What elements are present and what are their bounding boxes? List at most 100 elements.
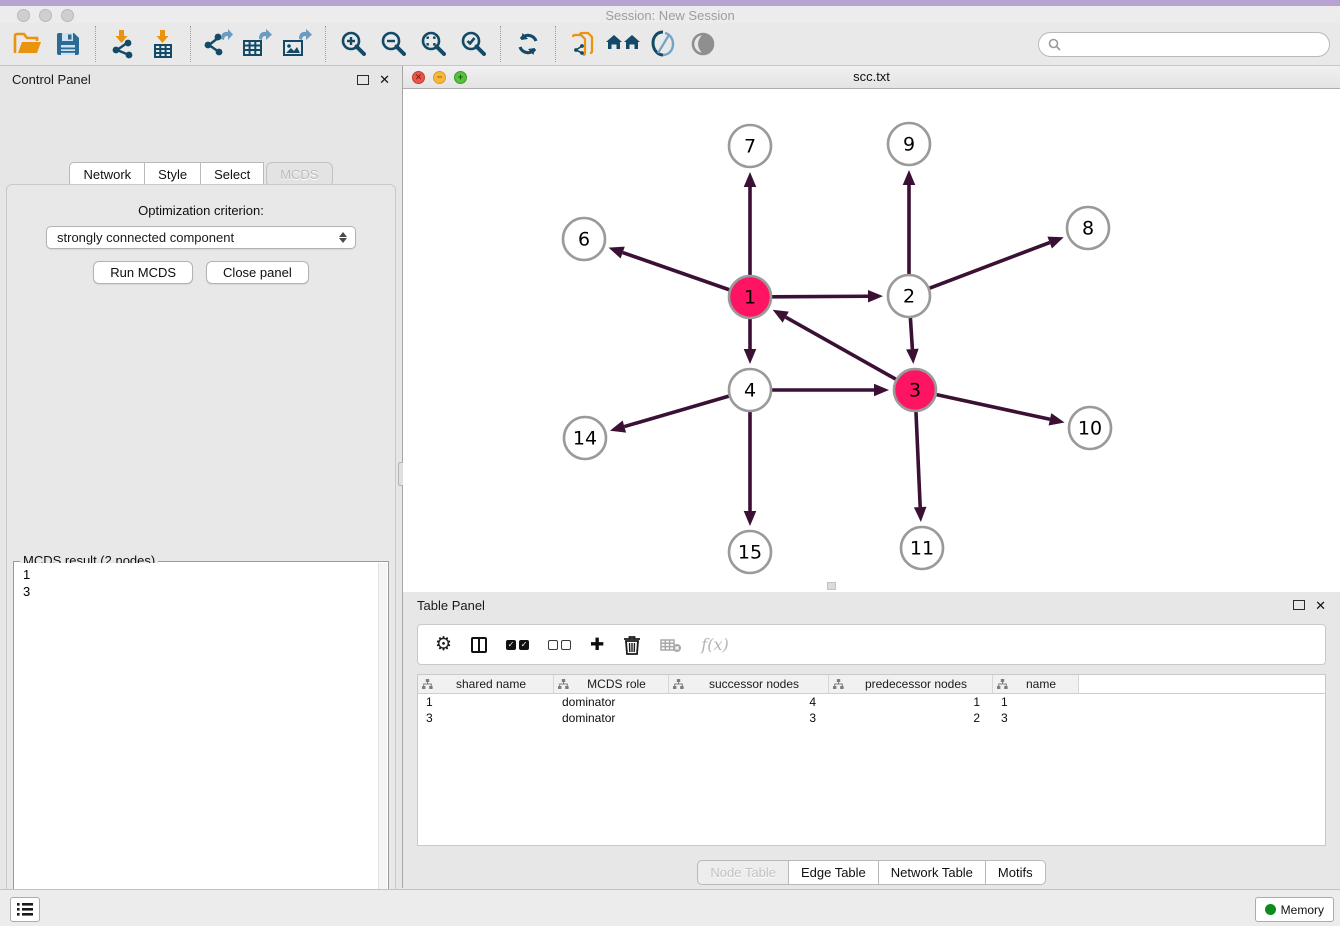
graph-node-label: 10 [1078,418,1102,440]
column-header-predecessor-nodes[interactable]: predecessor nodes [829,675,993,693]
task-list-icon [17,903,33,916]
columns-icon [471,637,487,653]
edge-3-10[interactable] [936,395,1049,420]
edge-arrowhead [874,384,889,397]
export-network-button[interactable] [198,25,238,63]
home-view-button[interactable] [603,25,643,63]
table-cell[interactable]: 2 [829,711,993,725]
edge-1-2[interactable] [772,296,868,297]
table-tab-motifs[interactable]: Motifs [986,860,1046,885]
eye-toggle-button[interactable] [683,25,723,63]
table-toolbar: ⚙ ✓✓ ✚ f(x) [417,624,1326,665]
edge-arrowhead [744,511,757,526]
zoom-fit-icon [419,30,447,58]
zoom-out-button[interactable] [373,25,413,63]
mcds-panel-body: Optimization criterion: strongly connect… [6,184,396,926]
table-tab-network-table[interactable]: Network Table [879,860,986,885]
close-panel-icon[interactable]: ✕ [379,73,390,86]
clone-network-button[interactable] [563,25,603,63]
column-header-MCDS-role[interactable]: MCDS role [554,675,669,693]
close-panel-button[interactable]: Close panel [206,261,309,284]
deselect-all-columns-button[interactable] [548,634,571,656]
table-cell[interactable]: 3 [993,711,1079,725]
import-network-button[interactable] [103,25,143,63]
export-image-button[interactable] [278,25,318,63]
show-columns-button[interactable] [471,634,487,656]
graph-node-label: 3 [909,380,921,402]
table-cell[interactable]: dominator [554,711,669,725]
edge-3-11[interactable] [916,412,920,507]
zoom-in-icon [339,30,367,58]
style-brush-icon [649,30,677,58]
hierarchy-icon [673,679,684,690]
result-line: 1 [23,566,379,583]
memory-button[interactable]: Memory [1255,897,1334,922]
import-table-button[interactable] [143,25,183,63]
search-field[interactable] [1038,32,1330,57]
table-header-row: shared nameMCDS rolesuccessor nodesprede… [418,675,1325,694]
table-cell[interactable]: 1 [829,695,993,709]
column-header-name[interactable]: name [993,675,1079,693]
graph-node-label: 6 [578,229,590,251]
save-session-button[interactable] [48,25,88,63]
open-file-button[interactable] [8,25,48,63]
hierarchy-icon [558,679,569,690]
zoom-selected-button[interactable] [453,25,493,63]
delete-column-button[interactable] [623,634,641,656]
main-toolbar [0,23,1340,66]
graph-node-label: 1 [744,287,756,309]
edge-3-1[interactable] [786,317,896,379]
search-input[interactable] [1061,37,1320,51]
close-panel-icon[interactable]: ✕ [1315,599,1326,612]
table-cell[interactable]: 1 [993,695,1079,709]
mcds-result-list[interactable]: 13 [15,563,387,926]
export-table-button[interactable] [238,25,278,63]
control-panel-title: Control Panel [12,72,91,87]
zoom-fit-button[interactable] [413,25,453,63]
edge-arrowhead [1047,237,1063,249]
canvas-scrollbar-thumb[interactable] [827,582,836,590]
edge-4-14[interactable] [624,396,729,426]
edge-2-8[interactable] [930,243,1050,289]
task-history-button[interactable] [10,897,40,922]
unchecked-box-icon [548,640,558,650]
graph-node-label: 9 [903,134,915,156]
table-cell[interactable]: 3 [669,711,829,725]
table-cell[interactable]: dominator [554,695,669,709]
table-row[interactable]: 3dominator323 [418,710,1325,726]
fx-icon: f(x) [701,635,728,654]
edge-1-6[interactable] [623,253,730,290]
checked-box-icon: ✓ [519,640,529,650]
toolbar-separator [325,26,326,62]
function-builder-button-disabled: f(x) [701,634,728,656]
add-column-button[interactable]: ✚ [590,634,604,656]
network-graph-canvas[interactable]: 7968124314101511 [403,89,1340,592]
float-panel-icon[interactable] [357,75,369,85]
graph-node-label: 7 [744,136,756,158]
optimization-criterion-select[interactable]: strongly connected component [46,226,356,249]
zoom-in-button[interactable] [333,25,373,63]
table-settings-button[interactable]: ⚙ [435,634,452,656]
result-scrollbar[interactable] [378,563,387,926]
toolbar-separator [95,26,96,62]
edge-arrowhead [744,172,757,187]
table-row[interactable]: 1dominator411 [418,694,1325,710]
refresh-button[interactable] [508,25,548,63]
edge-2-3[interactable] [910,318,912,349]
table-cell[interactable]: 3 [418,711,554,725]
table-tab-node-table[interactable]: Node Table [697,860,789,885]
column-header-shared-name[interactable]: shared name [418,675,554,693]
table-cell[interactable]: 4 [669,695,829,709]
table-cell[interactable]: 1 [418,695,554,709]
home-icon [606,31,640,57]
select-all-columns-button[interactable]: ✓✓ [506,634,529,656]
graph-node-label: 2 [903,286,915,308]
save-floppy-icon [55,31,81,57]
node-table[interactable]: shared nameMCDS rolesuccessor nodesprede… [417,674,1326,846]
network-window-titlebar[interactable]: ✕ − + scc.txt [403,66,1340,89]
table-tab-edge-table[interactable]: Edge Table [789,860,879,885]
float-panel-icon[interactable] [1293,600,1305,610]
run-mcds-button[interactable]: Run MCDS [93,261,193,284]
column-header-successor-nodes[interactable]: successor nodes [669,675,829,693]
style-brush-button[interactable] [643,25,683,63]
